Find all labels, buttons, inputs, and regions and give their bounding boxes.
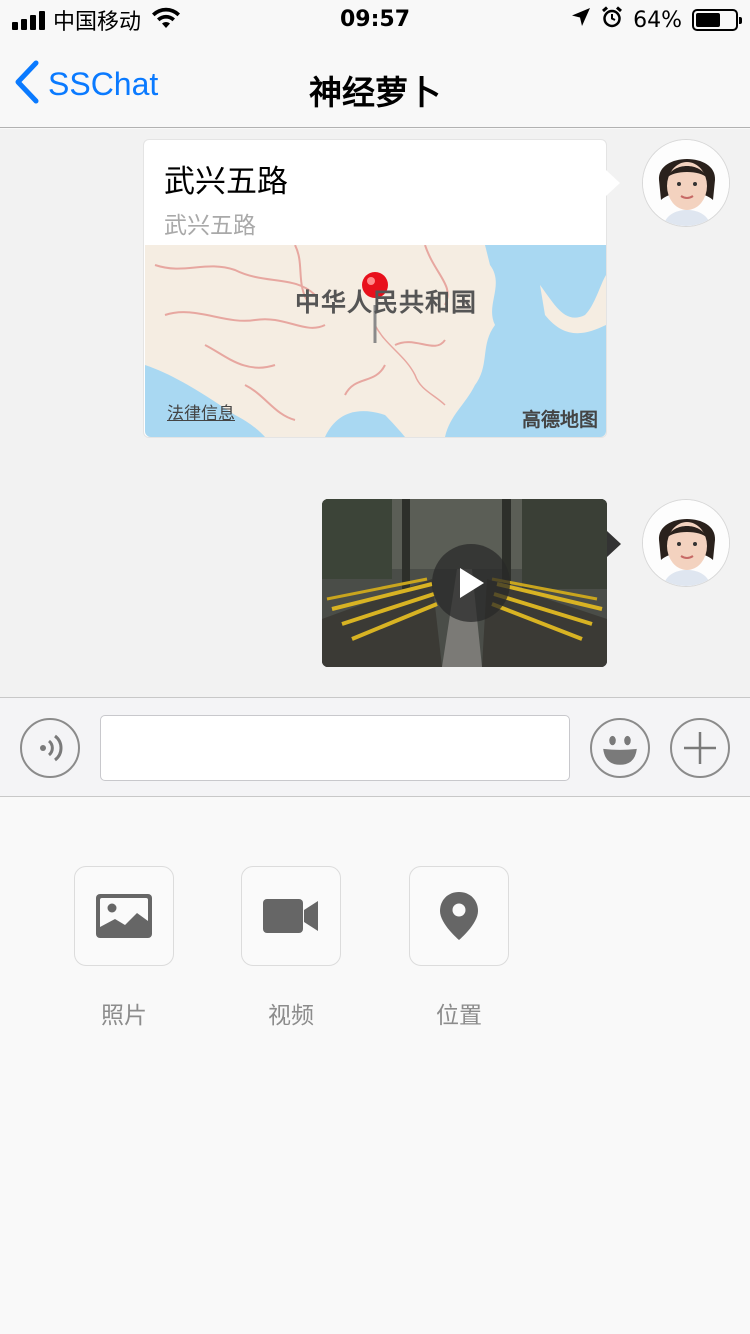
location-label: 位置 <box>436 1003 482 1029</box>
photo-label: 照片 <box>101 1003 147 1029</box>
photo-icon <box>96 894 152 938</box>
map-legal-link[interactable]: 法律信息 <box>167 399 235 424</box>
chat-message-list[interactable]: 武兴五路 武兴五路 中华人民共和国 法律信息 高德地图 <box>0 129 750 697</box>
avatar-image <box>643 140 729 226</box>
input-toolbar <box>0 697 750 797</box>
attachment-panel: 照片 视频 位置 <box>0 798 750 1334</box>
avatar[interactable] <box>642 139 730 227</box>
photo-button[interactable] <box>74 866 174 966</box>
video-camera-icon <box>263 899 318 933</box>
status-bar: 中国移动 09:57 64% <box>0 0 750 40</box>
map-brand-logo: 高德地图 <box>521 409 598 431</box>
location-pin-icon <box>440 892 478 940</box>
location-arrow-icon <box>571 7 591 33</box>
play-icon <box>460 568 484 598</box>
voice-button[interactable] <box>20 718 80 778</box>
video-label: 视频 <box>268 1003 314 1029</box>
map-country-label: 中华人民共和国 <box>295 288 478 317</box>
alarm-icon <box>601 6 623 34</box>
status-right: 64% <box>571 6 742 34</box>
page-title: 神经萝卜 <box>309 73 441 112</box>
location-title: 武兴五路 <box>164 164 288 200</box>
play-button[interactable] <box>432 544 510 622</box>
location-subtitle: 武兴五路 <box>164 213 256 239</box>
avatar[interactable] <box>642 499 730 587</box>
location-button[interactable] <box>409 866 509 966</box>
battery-percent: 64% <box>633 7 682 33</box>
avatar-image <box>643 500 729 586</box>
video-button[interactable] <box>241 866 341 966</box>
navigation-bar: SSChat 神经萝卜 <box>0 40 750 128</box>
voice-icon <box>40 734 63 762</box>
location-message-bubble[interactable]: 武兴五路 武兴五路 中华人民共和国 法律信息 高德地图 <box>143 139 620 438</box>
map-preview[interactable]: 中华人民共和国 法律信息 高德地图 <box>145 245 606 437</box>
video-message-bubble[interactable] <box>322 499 621 667</box>
plus-icon <box>684 732 716 764</box>
battery-fill <box>696 13 721 27</box>
emoji-button[interactable] <box>590 718 650 778</box>
add-attachment-button[interactable] <box>670 718 730 778</box>
emoji-icon <box>603 735 637 765</box>
battery-icon <box>692 9 742 31</box>
message-input[interactable] <box>100 715 570 781</box>
